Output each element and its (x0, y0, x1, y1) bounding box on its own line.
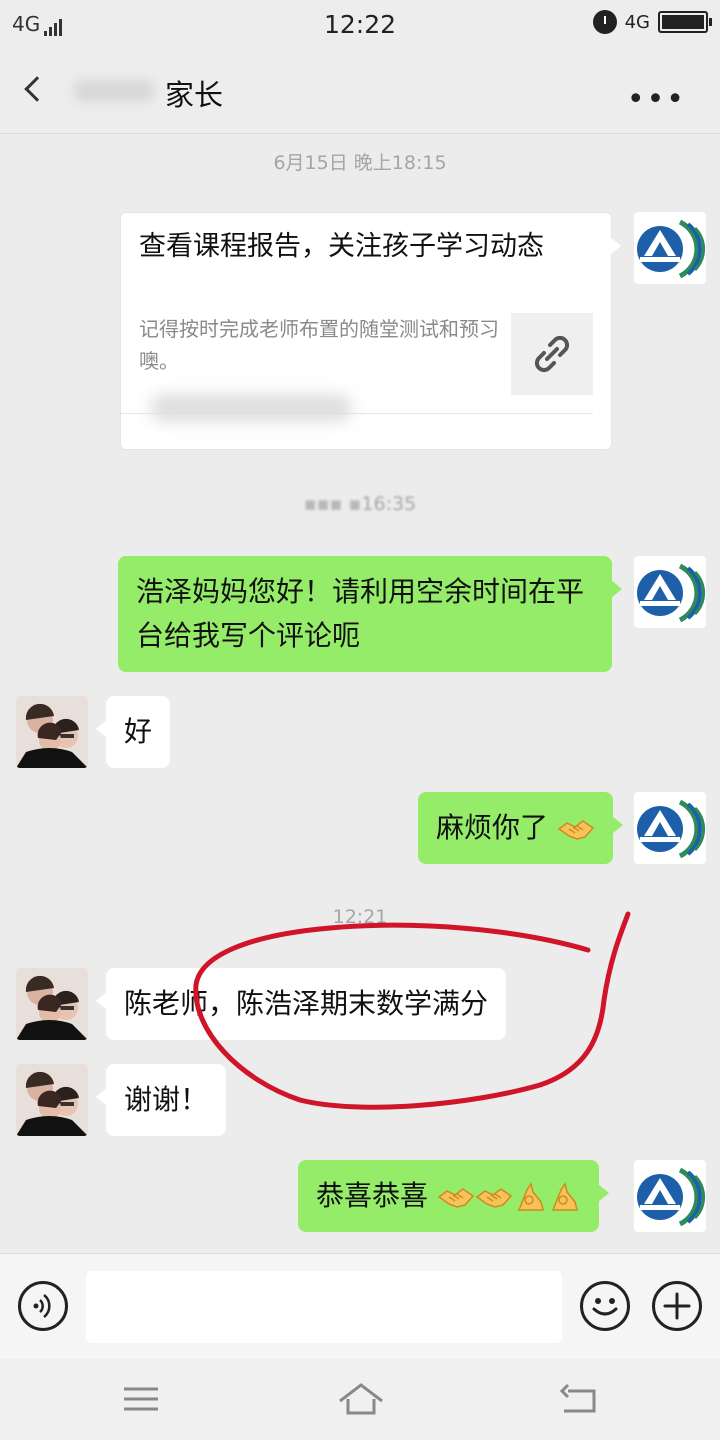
ok-hand-emoji (517, 1182, 544, 1211)
battery-icon (658, 11, 712, 33)
message-text: 陈老师，陈浩泽期末数学满分 (124, 987, 489, 1020)
plus-icon[interactable] (652, 1281, 702, 1331)
message-text: 浩泽妈妈您好！请利用空余时间在平台给我写个评论呃 (136, 575, 585, 652)
card-title: 查看课程报告，关注孩子学习动态 (139, 231, 544, 262)
message-input[interactable] (86, 1271, 562, 1343)
ok-hand-emoji (551, 1182, 578, 1211)
sender-avatar-school[interactable] (634, 556, 706, 628)
back-icon[interactable] (558, 1379, 600, 1419)
link-card-message[interactable]: 查看课程报告，关注孩子学习动态 记得按时完成老师布置的随堂测试和预习噢。 (120, 212, 621, 450)
message-timestamp: 12:21 (332, 906, 388, 928)
outgoing-message[interactable]: 麻烦你了 (418, 792, 623, 864)
home-icon[interactable] (336, 1379, 386, 1419)
message-text: 恭喜恭喜 (316, 1179, 429, 1212)
message-input-bar (0, 1253, 720, 1359)
timestamp-prefix-redacted: ▪▪▪ ▪ (303, 493, 362, 515)
sender-avatar-school[interactable] (634, 1160, 706, 1232)
message-text: 好 (124, 715, 153, 748)
message-text: 麻烦你了 (436, 811, 549, 844)
contact-avatar-parent[interactable] (16, 968, 88, 1040)
message-timestamp: ▪▪▪ ▪16:35 (0, 493, 720, 515)
outgoing-message[interactable]: 浩泽妈妈您好！请利用空余时间在平台给我写个评论呃 (118, 556, 622, 672)
handshake-emoji (557, 820, 595, 840)
chat-header: 家长 ••• (0, 52, 720, 134)
message-text: 谢谢！ (124, 1083, 209, 1116)
chat-name-redacted (74, 80, 154, 102)
card-description: 记得按时完成老师布置的随堂测试和预习噢。 (139, 317, 499, 373)
card-source-redacted (151, 395, 351, 421)
incoming-message[interactable]: 陈老师，陈浩泽期末数学满分 (95, 968, 507, 1040)
system-navigation-bar (0, 1359, 720, 1440)
sender-avatar-school[interactable] (634, 212, 706, 284)
network-type-right: 4G (624, 11, 650, 33)
menu-icon[interactable] (120, 1379, 162, 1419)
outgoing-message[interactable]: 恭喜恭喜 (298, 1160, 609, 1232)
chat-title: 家长 (165, 78, 224, 112)
voice-icon[interactable] (18, 1281, 68, 1331)
emoji-icon[interactable] (580, 1281, 630, 1331)
handshake-emoji (475, 1188, 513, 1208)
incoming-message[interactable]: 谢谢！ (95, 1064, 227, 1136)
back-arrow-icon[interactable] (24, 76, 50, 102)
incoming-message[interactable]: 好 (95, 696, 171, 768)
alarm-icon (592, 10, 617, 34)
contact-avatar-parent[interactable] (16, 696, 88, 768)
link-icon (511, 313, 593, 395)
sender-avatar-school[interactable] (634, 792, 706, 864)
status-right: 4G (592, 10, 712, 34)
contact-avatar-parent[interactable] (16, 1064, 88, 1136)
more-options-icon[interactable]: ••• (627, 82, 686, 117)
timestamp-time: 16:35 (361, 493, 417, 515)
handshake-emoji (437, 1188, 475, 1208)
status-bar: 4G 12:22 4G (0, 0, 720, 52)
message-timestamp: 6月15日 晚上18:15 (273, 152, 447, 174)
